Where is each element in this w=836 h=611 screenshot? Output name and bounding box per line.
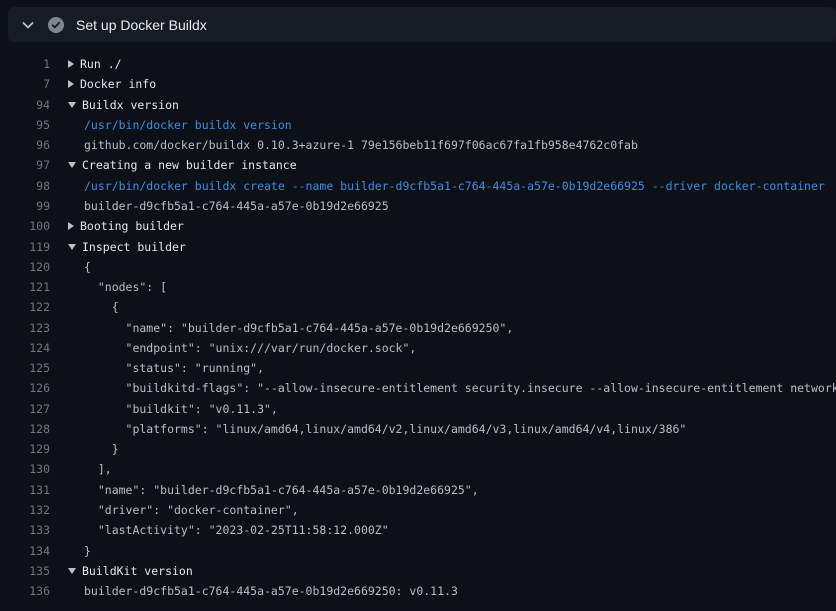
group-title: BuildKit version (82, 564, 193, 578)
line-number[interactable]: 136 (0, 584, 50, 598)
line-number[interactable]: 123 (0, 321, 50, 335)
log-line[interactable]: 94 Buildx version (0, 95, 836, 115)
group-title: Docker info (80, 77, 156, 91)
output-text: ], (84, 462, 112, 476)
line-number[interactable]: 120 (0, 260, 50, 274)
line-number[interactable]: 129 (0, 442, 50, 456)
group-title: Creating a new builder instance (82, 158, 297, 172)
line-number[interactable]: 121 (0, 280, 50, 294)
output-text: "driver": "docker-container", (84, 503, 299, 517)
command-text: /usr/bin/docker buildx create --name bui… (84, 179, 825, 193)
line-number[interactable]: 134 (0, 544, 50, 558)
output-text: "buildkit": "v0.11.3", (84, 402, 278, 416)
group-title: Buildx version (82, 98, 179, 112)
line-number[interactable]: 95 (0, 118, 50, 132)
triangle-down-icon[interactable] (68, 244, 76, 250)
log-line: 134 } (0, 540, 836, 560)
log-line[interactable]: 100 Booting builder (0, 216, 836, 236)
line-number[interactable]: 124 (0, 341, 50, 355)
line-number[interactable]: 131 (0, 483, 50, 497)
log-line: 96 github.com/docker/buildx 0.10.3+azure… (0, 135, 836, 155)
log-lines[interactable]: 1 Run ./ 7 Docker info 94 Buildx version… (0, 54, 836, 601)
line-number[interactable]: 97 (0, 158, 50, 172)
log-line[interactable]: 7 Docker info (0, 74, 836, 94)
output-text: "nodes": [ (84, 280, 167, 294)
line-number[interactable]: 96 (0, 138, 50, 152)
line-number[interactable]: 122 (0, 300, 50, 314)
log-line: 136 builder-d9cfb5a1-c764-445a-a57e-0b19… (0, 581, 836, 601)
log-line[interactable]: 119 Inspect builder (0, 236, 836, 256)
triangle-down-icon[interactable] (68, 162, 76, 168)
line-number[interactable]: 100 (0, 219, 50, 233)
log-line: 120 { (0, 257, 836, 277)
line-number[interactable]: 133 (0, 523, 50, 537)
output-text: github.com/docker/buildx 0.10.3+azure-1 … (84, 138, 638, 152)
line-number[interactable]: 127 (0, 402, 50, 416)
log-line: 121 "nodes": [ (0, 277, 836, 297)
log-line: 130 ], (0, 459, 836, 479)
line-number[interactable]: 132 (0, 503, 50, 517)
output-text: "endpoint": "unix:///var/run/docker.sock… (84, 341, 416, 355)
output-text: } (84, 442, 119, 456)
output-text: "lastActivity": "2023-02-25T11:58:12.000… (84, 523, 389, 537)
log-line: 128 "platforms": "linux/amd64,linux/amd6… (0, 419, 836, 439)
output-text: "buildkitd-flags": "--allow-insecure-ent… (84, 381, 836, 395)
line-number[interactable]: 1 (0, 57, 50, 71)
group-title: Booting builder (80, 219, 184, 233)
line-number[interactable]: 130 (0, 462, 50, 476)
line-number[interactable]: 128 (0, 422, 50, 436)
log-line: 124 "endpoint": "unix:///var/run/docker.… (0, 338, 836, 358)
line-number[interactable]: 135 (0, 564, 50, 578)
output-text: { (84, 300, 119, 314)
chevron-down-icon[interactable] (20, 17, 36, 33)
log-line: 99 builder-d9cfb5a1-c764-445a-a57e-0b19d… (0, 196, 836, 216)
line-number[interactable]: 125 (0, 361, 50, 375)
log-line[interactable]: 1 Run ./ (0, 54, 836, 74)
log-line: 132 "driver": "docker-container", (0, 500, 836, 520)
line-number[interactable]: 119 (0, 240, 50, 254)
output-text: } (84, 544, 91, 558)
triangle-down-icon[interactable] (68, 568, 76, 574)
log-line: 126 "buildkitd-flags": "--allow-insecure… (0, 378, 836, 398)
log-line: 98 /usr/bin/docker buildx create --name … (0, 176, 836, 196)
command-text: /usr/bin/docker buildx version (84, 118, 292, 132)
output-text: "platforms": "linux/amd64,linux/amd64/v2… (84, 422, 686, 436)
group-title: Inspect builder (82, 240, 186, 254)
log-line: 131 "name": "builder-d9cfb5a1-c764-445a-… (0, 480, 836, 500)
output-text: "name": "builder-d9cfb5a1-c764-445a-a57e… (84, 321, 513, 335)
triangle-down-icon[interactable] (68, 102, 76, 108)
log-line: 122 { (0, 297, 836, 317)
check-circle-icon (48, 17, 64, 33)
step-header[interactable]: Set up Docker Buildx (8, 7, 836, 42)
line-number[interactable]: 99 (0, 199, 50, 213)
line-number[interactable]: 7 (0, 77, 50, 91)
output-text: builder-d9cfb5a1-c764-445a-a57e-0b19d2e6… (84, 584, 458, 598)
line-number[interactable]: 98 (0, 179, 50, 193)
triangle-right-icon[interactable] (68, 80, 74, 88)
line-number[interactable]: 126 (0, 381, 50, 395)
log-line: 127 "buildkit": "v0.11.3", (0, 399, 836, 419)
line-number[interactable]: 94 (0, 98, 50, 112)
output-text: builder-d9cfb5a1-c764-445a-a57e-0b19d2e6… (84, 199, 389, 213)
log-line: 95 /usr/bin/docker buildx version (0, 115, 836, 135)
output-text: { (84, 260, 91, 274)
log-line: 129 } (0, 439, 836, 459)
group-title: Run ./ (80, 57, 122, 71)
triangle-right-icon[interactable] (68, 60, 74, 68)
log-line[interactable]: 135 BuildKit version (0, 561, 836, 581)
log-line: 123 "name": "builder-d9cfb5a1-c764-445a-… (0, 317, 836, 337)
log-line: 125 "status": "running", (0, 358, 836, 378)
output-text: "name": "builder-d9cfb5a1-c764-445a-a57e… (84, 483, 479, 497)
step-title: Set up Docker Buildx (76, 17, 207, 33)
output-text: "status": "running", (84, 361, 264, 375)
log-line[interactable]: 97 Creating a new builder instance (0, 155, 836, 175)
log-line: 133 "lastActivity": "2023-02-25T11:58:12… (0, 520, 836, 540)
triangle-right-icon[interactable] (68, 222, 74, 230)
